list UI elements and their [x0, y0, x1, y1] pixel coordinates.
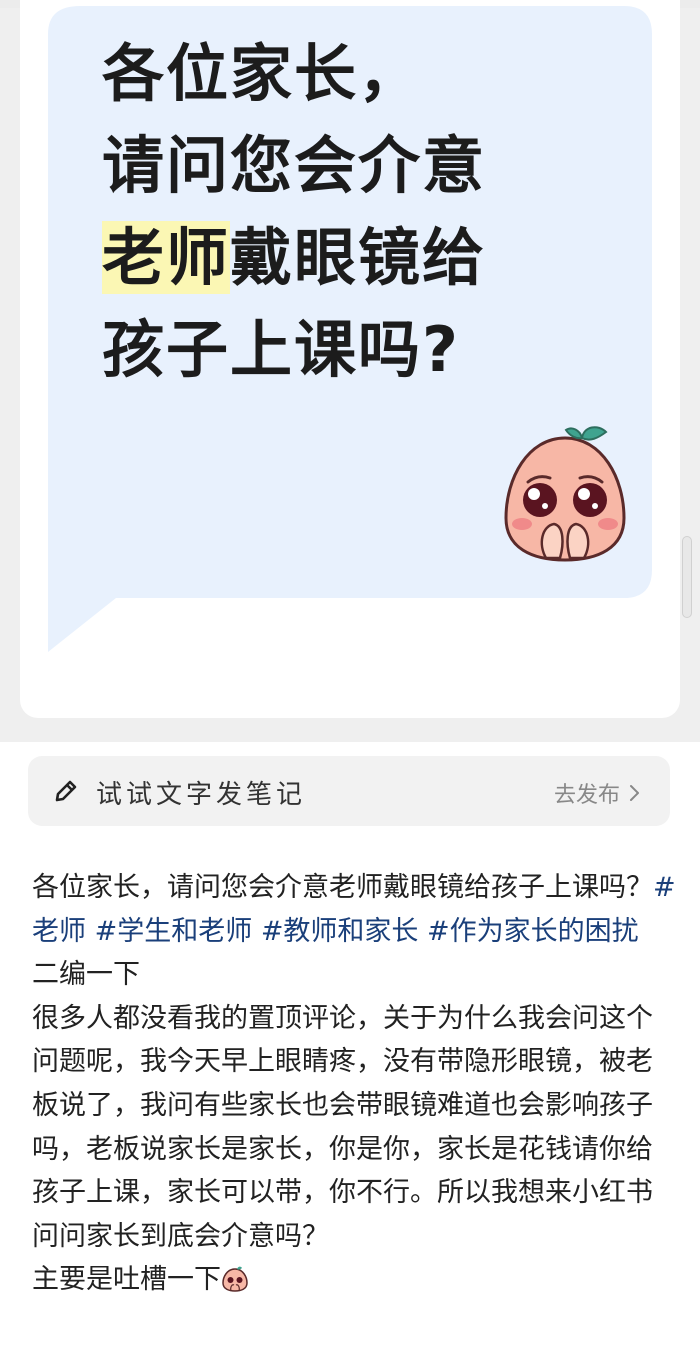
hashtag-link[interactable]: #学生和老师	[95, 916, 253, 947]
hashtag-link[interactable]: #作为家长的困扰	[427, 916, 639, 947]
headline-line-3: 老师戴眼镜给	[102, 212, 622, 304]
post-paragraph: 各位家长，请问您会介意老师戴眼镜给孩子上课吗？#老师 #学生和老师 #教师和家长…	[32, 866, 678, 953]
publish-label: 去发布	[553, 783, 620, 808]
headline-line-1: 各位家长，	[102, 37, 423, 110]
image-card[interactable]: 各位家长， 请问您会介意 老师戴眼镜给 孩子上课吗?	[20, 0, 692, 718]
pleading-peach-emoji-icon	[504, 426, 626, 562]
chevron-right-icon	[630, 785, 639, 801]
publish-button[interactable]: 去发布	[554, 777, 642, 809]
headline-line-3-rest: 戴眼镜给	[230, 221, 487, 294]
post-body: 各位家长，请问您会介意老师戴眼镜给孩子上课吗？#老师 #学生和老师 #教师和家长…	[32, 866, 678, 1302]
highlighted-word: 老师	[102, 221, 231, 294]
edit-note: 二编一下	[32, 959, 140, 991]
closing-text: 主要是吐槽一下	[32, 1264, 221, 1296]
pencil-icon	[55, 780, 77, 802]
peach-emoji-icon	[222, 1266, 248, 1293]
post-main-text: 很多人都没看我的置顶评论，关于为什么我会问这个问题呢，我今天早上眼睛疼，没有带隐…	[32, 1002, 653, 1252]
headline-line-2: 请问您会介意	[102, 129, 487, 202]
image-scrollbar[interactable]	[682, 536, 692, 618]
image-viewer-area: 各位家长， 请问您会介意 老师戴眼镜给 孩子上课吗?	[0, 0, 700, 742]
write-note-label: 试试文字发笔记	[96, 780, 307, 810]
post-intro: 各位家长，请问您会介意老师戴眼镜给孩子上课吗？	[32, 872, 653, 903]
headline-line-4: 孩子上课吗?	[102, 313, 460, 386]
post-closing: 主要是吐槽一下	[32, 1258, 678, 1302]
headline: 各位家长， 请问您会介意 老师戴眼镜给 孩子上课吗?	[102, 28, 622, 396]
hashtag-link[interactable]: #教师和家长	[261, 916, 419, 947]
write-note-bar[interactable]: 试试文字发笔记 去发布	[28, 756, 670, 826]
